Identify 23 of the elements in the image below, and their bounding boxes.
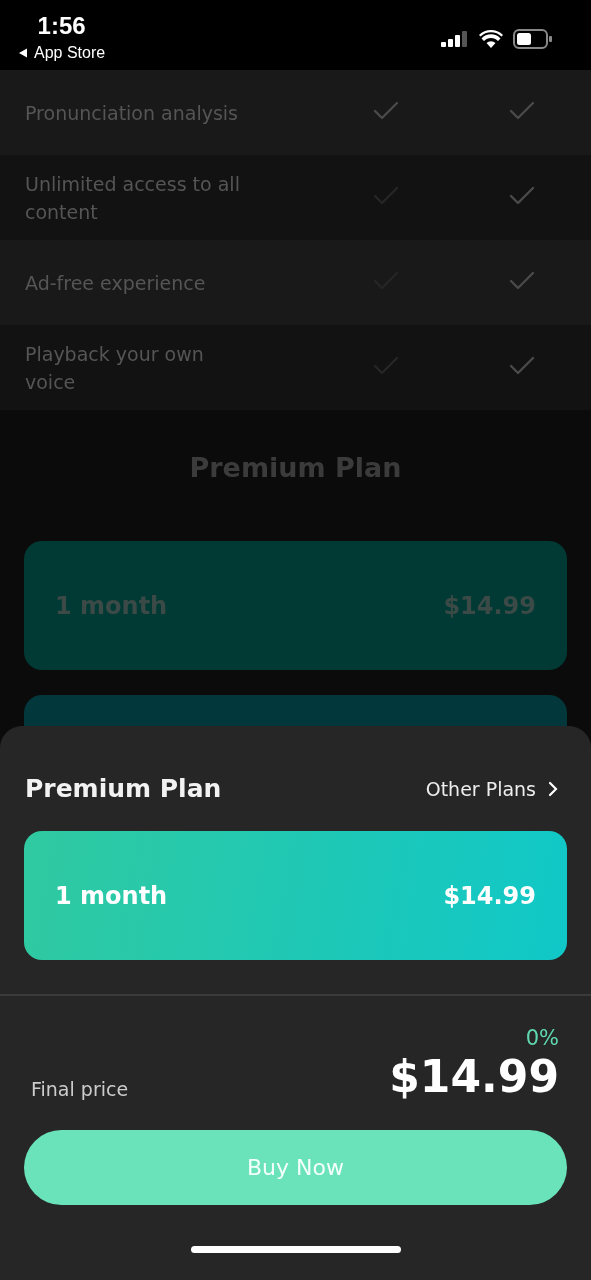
feature-label: Playback your own voice (25, 341, 205, 395)
plan-period: 1 month (55, 591, 168, 620)
final-price: $14.99 (389, 1050, 559, 1104)
feature-label: Pronunciation analysis (25, 100, 239, 126)
feature-label: Ad-free experience (25, 270, 207, 296)
feature-label: Unlimited access to all content (25, 171, 241, 225)
battery-icon (513, 29, 553, 49)
wifi-icon (479, 30, 503, 48)
plan-card[interactable]: 1 month $14.99 (24, 831, 567, 960)
other-plans-link[interactable]: Other Plans (425, 777, 558, 800)
signal-icon (441, 31, 469, 47)
discount-percent: 0% (525, 1026, 559, 1050)
back-icon[interactable] (18, 48, 28, 58)
plan-card[interactable]: 1 month $14.99 (24, 541, 567, 670)
final-price-label: Final price (31, 1078, 129, 1100)
back-link[interactable]: App Store (34, 44, 106, 62)
chevron-icon (548, 780, 558, 797)
plan-price: $14.99 (443, 591, 536, 620)
plan-price: $14.99 (443, 881, 536, 910)
status-time: 1:56 (37, 12, 86, 40)
plan-period: 1 month (55, 881, 168, 910)
buy-now-button[interactable]: Buy Now (24, 1130, 567, 1205)
sheet-title: Premium Plan (25, 774, 222, 803)
